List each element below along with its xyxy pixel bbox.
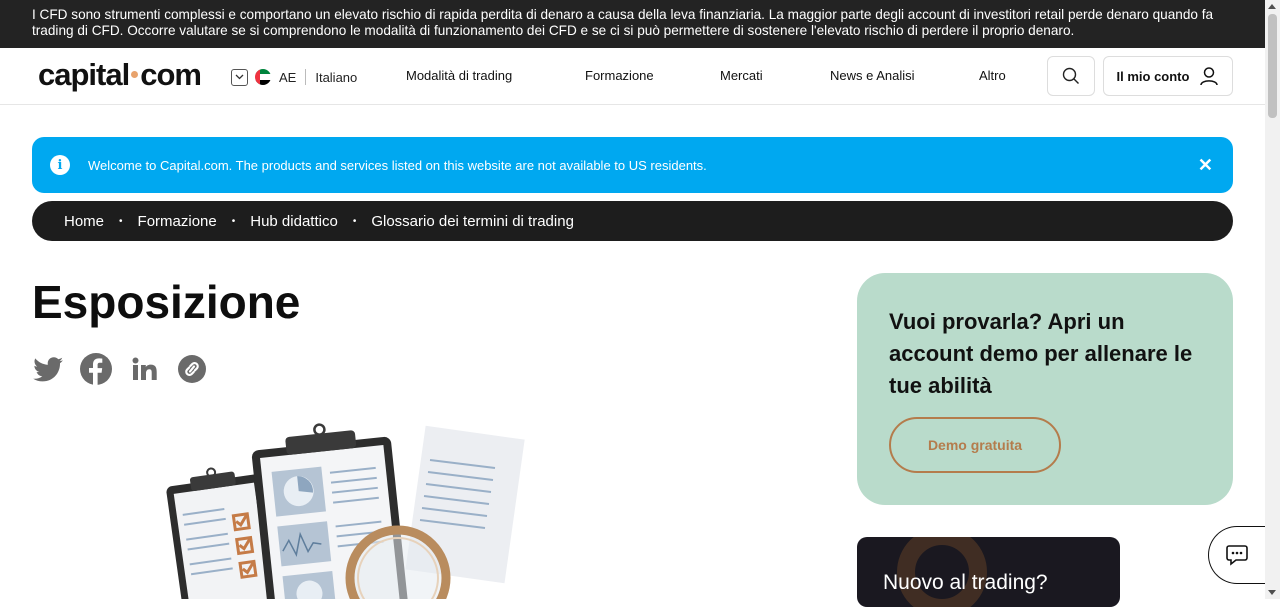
breadcrumb-separator: • (119, 215, 123, 227)
demo-gratuita-button[interactable]: Demo gratuita (889, 417, 1061, 473)
search-button[interactable] (1047, 56, 1095, 96)
nav-formazione[interactable]: Formazione (585, 68, 654, 83)
breadcrumb-formazione[interactable]: Formazione (138, 213, 217, 230)
demo-account-card: Vuoi provarla? Apri un account demo per … (857, 273, 1233, 505)
logo-text-left: capital (38, 57, 130, 92)
nav-mercati[interactable]: Mercati (720, 68, 763, 83)
breadcrumb-hub-didattico[interactable]: Hub didattico (250, 213, 338, 230)
page-title: Esposizione (32, 276, 301, 328)
region-language-selector[interactable]: AE Italiano (231, 67, 357, 87)
account-label: Il mio conto (1116, 68, 1190, 84)
new-to-trading-title: Nuovo al trading? (883, 571, 1048, 594)
nav-altro[interactable]: Altro (979, 68, 1006, 83)
risk-warning-bar: I CFD sono strumenti complessi e comport… (0, 0, 1265, 48)
my-account-button[interactable]: Il mio conto (1103, 56, 1233, 96)
language-label[interactable]: Italiano (315, 70, 357, 85)
breadcrumb-home[interactable]: Home (64, 213, 104, 230)
demo-card-title: Vuoi provarla? Apri un account demo per … (889, 309, 1193, 398)
divider (305, 69, 307, 85)
site-header: capital com AE Italiano Modalità di tradi… (0, 48, 1265, 105)
capital-com-logo[interactable]: capital com (38, 57, 202, 93)
risk-warning-text: I CFD sono strumenti complessi e comport… (32, 7, 1214, 38)
breadcrumb: Home • Formazione • Hub didattico • Glos… (32, 201, 1233, 241)
logo-dot (131, 70, 139, 78)
logo-text-right: com (140, 57, 202, 92)
new-to-trading-card[interactable]: Nuovo al trading? (857, 537, 1120, 607)
breadcrumb-glossario[interactable]: Glossario dei termini di trading (371, 213, 574, 230)
scroll-up-arrow[interactable] (1268, 4, 1276, 9)
chat-icon (1226, 545, 1248, 566)
chevron-down-icon[interactable] (231, 68, 248, 86)
user-icon (1200, 67, 1219, 86)
us-banner-text: Welcome to Capital.com. The products and… (88, 157, 707, 173)
info-icon: i (50, 155, 70, 175)
nav-news-analisi[interactable]: News e Analisi (830, 68, 915, 83)
glossary-illustration (150, 420, 530, 599)
twitter-icon[interactable] (32, 353, 64, 385)
breadcrumb-separator: • (231, 215, 236, 227)
scrollbar-thumb[interactable] (1268, 14, 1277, 118)
share-buttons (32, 353, 208, 385)
chat-button[interactable] (1208, 526, 1272, 584)
search-icon (1062, 67, 1079, 84)
nav-modalita-trading[interactable]: Modalità di trading (406, 68, 512, 83)
copy-link-icon[interactable] (176, 353, 208, 385)
page-scrollbar[interactable] (1265, 0, 1280, 599)
us-residents-banner: i Welcome to Capital.com. The products a… (32, 137, 1233, 193)
close-icon[interactable]: ✕ (1198, 155, 1213, 176)
breadcrumb-separator: • (352, 215, 357, 227)
scroll-down-arrow[interactable] (1268, 590, 1276, 595)
linkedin-icon[interactable] (128, 353, 160, 385)
region-code: AE (279, 69, 297, 85)
uae-flag-icon (255, 69, 271, 85)
facebook-icon[interactable] (80, 353, 112, 385)
